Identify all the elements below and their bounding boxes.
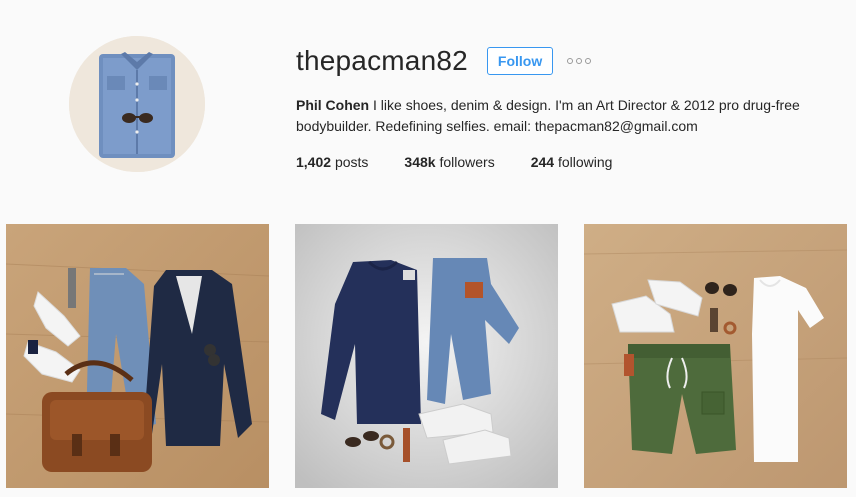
followers-stat[interactable]: 348k followers (404, 154, 494, 170)
followers-label: followers (439, 154, 495, 170)
username: thepacman82 (296, 45, 468, 76)
bio-text: I like shoes, denim & design. I'm an Art… (296, 97, 800, 134)
posts-label: posts (334, 154, 369, 170)
posts-stat: 1,402 posts (296, 154, 368, 170)
more-dot (576, 58, 583, 64)
full-name: Phil Cohen (296, 97, 370, 113)
avatar[interactable] (69, 36, 205, 172)
posts-count: 1,402 (296, 154, 332, 170)
profile-info: thepacman82 Follow Phil Cohen I like sho… (296, 42, 836, 170)
post-outfit-navy-sweater[interactable] (295, 224, 558, 488)
followers-count: 348k (404, 154, 436, 170)
profile-stats: 1,402 posts 348k followers 244 following (296, 154, 836, 170)
follow-button[interactable]: Follow (486, 47, 554, 75)
more-options-icon[interactable] (567, 51, 592, 71)
following-count: 244 (530, 154, 555, 170)
post-grid (6, 224, 856, 497)
bio: Phil Cohen I like shoes, denim & design.… (296, 95, 841, 137)
following-stat[interactable]: 244 following (531, 154, 613, 170)
title-row: thepacman82 Follow (296, 42, 836, 80)
post-outfit-green-shorts[interactable] (584, 224, 847, 488)
following-label: following (557, 154, 613, 170)
more-dot (567, 58, 574, 64)
profile-header: thepacman82 Follow Phil Cohen I like sho… (0, 0, 856, 200)
post-outfit-navy-blazer[interactable] (6, 224, 269, 488)
more-dot (585, 58, 592, 64)
